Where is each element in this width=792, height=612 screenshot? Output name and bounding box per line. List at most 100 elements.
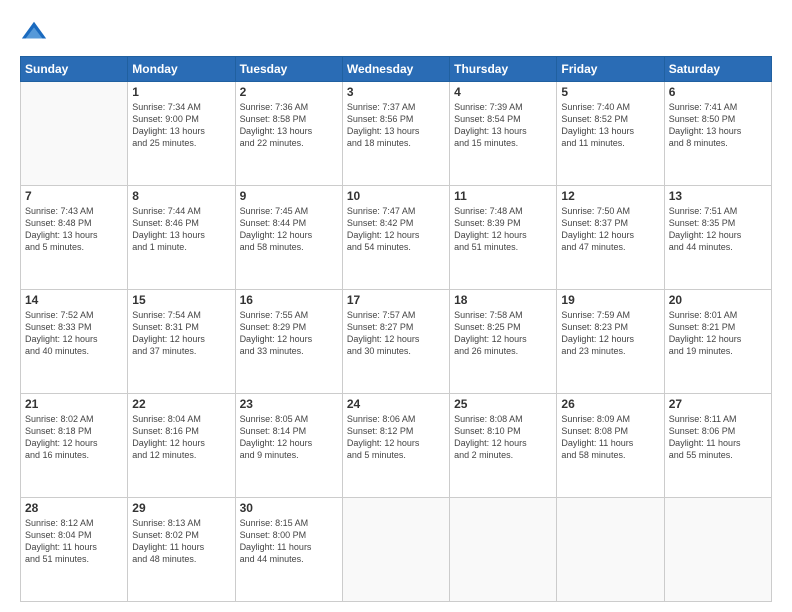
calendar-cell: 7 Sunrise: 7:43 AM Sunset: 8:48 PM Daylig… [21,186,128,290]
day-info: Sunrise: 8:09 AM Sunset: 8:08 PM Dayligh… [561,413,659,462]
day-info: Sunrise: 7:48 AM Sunset: 8:39 PM Dayligh… [454,205,552,254]
day-number: 5 [561,85,659,99]
calendar-cell: 25 Sunrise: 8:08 AM Sunset: 8:10 PM Dayli… [450,394,557,498]
calendar-cell: 23 Sunrise: 8:05 AM Sunset: 8:14 PM Dayli… [235,394,342,498]
day-info: Sunrise: 8:12 AM Sunset: 8:04 PM Dayligh… [25,517,123,566]
calendar-cell: 8 Sunrise: 7:44 AM Sunset: 8:46 PM Daylig… [128,186,235,290]
day-info: Sunrise: 8:08 AM Sunset: 8:10 PM Dayligh… [454,413,552,462]
day-info: Sunrise: 8:15 AM Sunset: 8:00 PM Dayligh… [240,517,338,566]
calendar-cell: 30 Sunrise: 8:15 AM Sunset: 8:00 PM Dayli… [235,498,342,602]
day-info: Sunrise: 7:36 AM Sunset: 8:58 PM Dayligh… [240,101,338,150]
day-number: 4 [454,85,552,99]
weekday-header-wednesday: Wednesday [342,57,449,82]
calendar-cell: 9 Sunrise: 7:45 AM Sunset: 8:44 PM Daylig… [235,186,342,290]
day-info: Sunrise: 7:45 AM Sunset: 8:44 PM Dayligh… [240,205,338,254]
calendar-cell: 16 Sunrise: 7:55 AM Sunset: 8:29 PM Dayli… [235,290,342,394]
day-number: 27 [669,397,767,411]
calendar-cell [664,498,771,602]
day-info: Sunrise: 8:13 AM Sunset: 8:02 PM Dayligh… [132,517,230,566]
weekday-header-row: SundayMondayTuesdayWednesdayThursdayFrid… [21,57,772,82]
day-number: 20 [669,293,767,307]
day-number: 24 [347,397,445,411]
day-number: 8 [132,189,230,203]
weekday-header-thursday: Thursday [450,57,557,82]
calendar-cell: 2Sunrise: 7:36 AM Sunset: 8:58 PM Daylig… [235,82,342,186]
day-info: Sunrise: 8:06 AM Sunset: 8:12 PM Dayligh… [347,413,445,462]
day-number: 3 [347,85,445,99]
day-info: Sunrise: 7:43 AM Sunset: 8:48 PM Dayligh… [25,205,123,254]
day-info: Sunrise: 7:44 AM Sunset: 8:46 PM Dayligh… [132,205,230,254]
day-number: 22 [132,397,230,411]
calendar-cell: 21Sunrise: 8:02 AM Sunset: 8:18 PM Dayli… [21,394,128,498]
calendar-cell: 6 Sunrise: 7:41 AM Sunset: 8:50 PM Daylig… [664,82,771,186]
day-info: Sunrise: 7:58 AM Sunset: 8:25 PM Dayligh… [454,309,552,358]
day-info: Sunrise: 7:47 AM Sunset: 8:42 PM Dayligh… [347,205,445,254]
calendar-cell: 4 Sunrise: 7:39 AM Sunset: 8:54 PM Daylig… [450,82,557,186]
calendar-cell [342,498,449,602]
day-info: Sunrise: 7:39 AM Sunset: 8:54 PM Dayligh… [454,101,552,150]
logo [20,18,52,46]
weekday-header-sunday: Sunday [21,57,128,82]
day-info: Sunrise: 7:41 AM Sunset: 8:50 PM Dayligh… [669,101,767,150]
day-number: 30 [240,501,338,515]
calendar-cell: 12Sunrise: 7:50 AM Sunset: 8:37 PM Dayli… [557,186,664,290]
day-info: Sunrise: 7:59 AM Sunset: 8:23 PM Dayligh… [561,309,659,358]
calendar-cell: 11 Sunrise: 7:48 AM Sunset: 8:39 PM Dayli… [450,186,557,290]
calendar-cell: 19 Sunrise: 7:59 AM Sunset: 8:23 PM Dayli… [557,290,664,394]
day-info: Sunrise: 7:57 AM Sunset: 8:27 PM Dayligh… [347,309,445,358]
day-number: 13 [669,189,767,203]
day-number: 18 [454,293,552,307]
day-number: 19 [561,293,659,307]
day-info: Sunrise: 7:34 AM Sunset: 9:00 PM Dayligh… [132,101,230,150]
weekday-header-tuesday: Tuesday [235,57,342,82]
calendar-cell: 15Sunrise: 7:54 AM Sunset: 8:31 PM Dayli… [128,290,235,394]
calendar-cell: 1 Sunrise: 7:34 AM Sunset: 9:00 PM Daylig… [128,82,235,186]
day-info: Sunrise: 7:55 AM Sunset: 8:29 PM Dayligh… [240,309,338,358]
day-number: 7 [25,189,123,203]
day-info: Sunrise: 7:52 AM Sunset: 8:33 PM Dayligh… [25,309,123,358]
calendar-table: SundayMondayTuesdayWednesdayThursdayFrid… [20,56,772,602]
day-number: 28 [25,501,123,515]
calendar-week-row: 1 Sunrise: 7:34 AM Sunset: 9:00 PM Daylig… [21,82,772,186]
calendar-cell: 13Sunrise: 7:51 AM Sunset: 8:35 PM Dayli… [664,186,771,290]
day-number: 10 [347,189,445,203]
calendar-cell: 10 Sunrise: 7:47 AM Sunset: 8:42 PM Dayli… [342,186,449,290]
calendar-week-row: 7 Sunrise: 7:43 AM Sunset: 8:48 PM Daylig… [21,186,772,290]
calendar-cell [450,498,557,602]
page: SundayMondayTuesdayWednesdayThursdayFrid… [0,0,792,612]
weekday-header-saturday: Saturday [664,57,771,82]
day-number: 15 [132,293,230,307]
calendar-cell: 27Sunrise: 8:11 AM Sunset: 8:06 PM Dayli… [664,394,771,498]
day-info: Sunrise: 7:40 AM Sunset: 8:52 PM Dayligh… [561,101,659,150]
header [20,18,772,46]
calendar-cell: 29 Sunrise: 8:13 AM Sunset: 8:02 PM Dayli… [128,498,235,602]
calendar-cell: 14 Sunrise: 7:52 AM Sunset: 8:33 PM Dayli… [21,290,128,394]
calendar-week-row: 28 Sunrise: 8:12 AM Sunset: 8:04 PM Dayli… [21,498,772,602]
day-number: 23 [240,397,338,411]
day-number: 1 [132,85,230,99]
day-info: Sunrise: 8:02 AM Sunset: 8:18 PM Dayligh… [25,413,123,462]
calendar-cell: 3Sunrise: 7:37 AM Sunset: 8:56 PM Daylig… [342,82,449,186]
day-info: Sunrise: 8:01 AM Sunset: 8:21 PM Dayligh… [669,309,767,358]
day-number: 26 [561,397,659,411]
calendar-cell: 24 Sunrise: 8:06 AM Sunset: 8:12 PM Dayli… [342,394,449,498]
calendar-cell [557,498,664,602]
day-number: 25 [454,397,552,411]
day-number: 17 [347,293,445,307]
day-number: 9 [240,189,338,203]
calendar-cell: 17 Sunrise: 7:57 AM Sunset: 8:27 PM Dayli… [342,290,449,394]
calendar-cell: 22Sunrise: 8:04 AM Sunset: 8:16 PM Dayli… [128,394,235,498]
day-number: 16 [240,293,338,307]
calendar-week-row: 14 Sunrise: 7:52 AM Sunset: 8:33 PM Dayli… [21,290,772,394]
day-number: 6 [669,85,767,99]
day-number: 14 [25,293,123,307]
calendar-cell: 5 Sunrise: 7:40 AM Sunset: 8:52 PM Daylig… [557,82,664,186]
day-info: Sunrise: 8:05 AM Sunset: 8:14 PM Dayligh… [240,413,338,462]
weekday-header-monday: Monday [128,57,235,82]
calendar-cell: 18 Sunrise: 7:58 AM Sunset: 8:25 PM Dayli… [450,290,557,394]
weekday-header-friday: Friday [557,57,664,82]
day-number: 12 [561,189,659,203]
day-number: 29 [132,501,230,515]
calendar-cell [21,82,128,186]
day-number: 11 [454,189,552,203]
